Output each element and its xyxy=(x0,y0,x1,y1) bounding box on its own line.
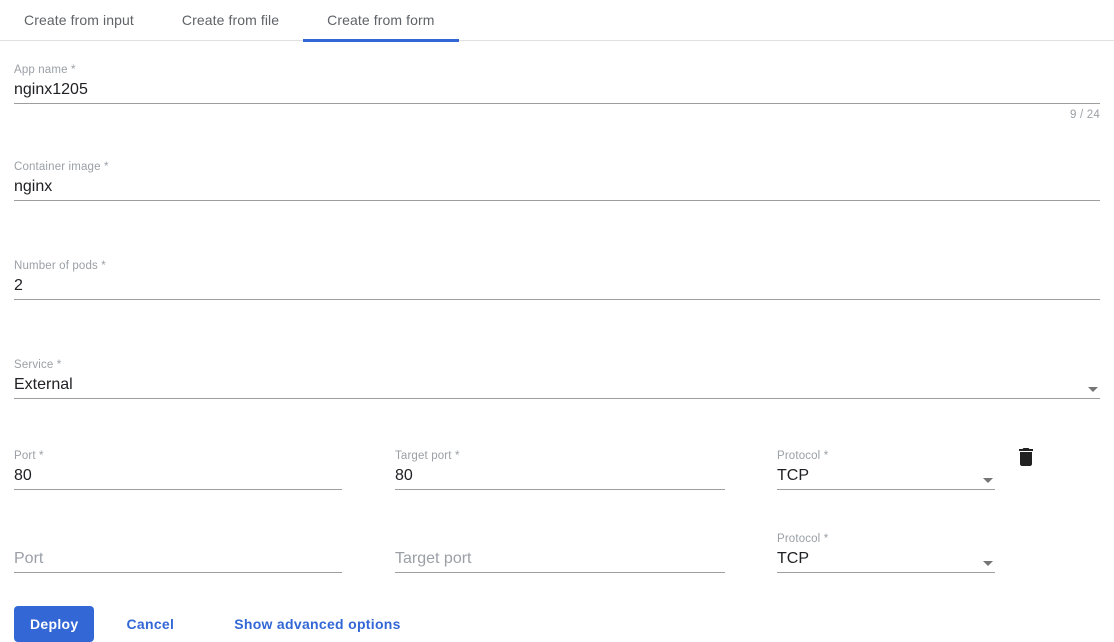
app-name-char-counter: 9 / 24 xyxy=(1070,109,1100,121)
container-image-field[interactable]: Container image * nginx xyxy=(14,138,1100,201)
port-input[interactable]: Port xyxy=(14,546,342,572)
form-actions: Deploy Cancel Show advanced options xyxy=(14,606,1100,642)
port-label: Port * xyxy=(14,450,44,462)
protocol-underline xyxy=(777,572,995,573)
protocol-label: Protocol * xyxy=(777,450,829,462)
app-name-label: App name * xyxy=(14,64,76,76)
deploy-form: App name * nginx1205 9 / 24 Container im… xyxy=(0,41,1114,642)
protocol-select[interactable]: Protocol * TCP xyxy=(777,427,995,490)
container-image-label: Container image * xyxy=(14,161,109,173)
protocol-label: Protocol * xyxy=(777,533,829,545)
protocol-selected-value[interactable]: TCP xyxy=(777,546,995,572)
show-advanced-options-button[interactable]: Show advanced options xyxy=(218,606,417,642)
number-of-pods-input[interactable]: 2 xyxy=(14,273,1100,299)
protocol-underline xyxy=(777,489,995,490)
service-selected-value[interactable]: External xyxy=(14,372,1100,398)
service-select[interactable]: Service * External xyxy=(14,336,1100,399)
target-port-underline xyxy=(395,489,725,490)
cancel-button[interactable]: Cancel xyxy=(110,606,190,642)
port-input[interactable]: 80 xyxy=(14,463,342,489)
port-underline xyxy=(14,489,342,490)
number-of-pods-underline xyxy=(14,299,1100,300)
protocol-selected-value[interactable]: TCP xyxy=(777,463,995,489)
tab-label: Create from file xyxy=(181,12,280,28)
app-name-input[interactable]: nginx1205 xyxy=(14,77,1100,103)
tab-create-from-form[interactable]: Create from form xyxy=(303,0,459,42)
port-field[interactable]: Port * 80 xyxy=(14,427,342,490)
tab-create-from-file[interactable]: Create from file xyxy=(158,0,303,41)
target-port-field[interactable]: Target port Target port xyxy=(395,510,725,573)
service-underline xyxy=(14,398,1100,399)
number-of-pods-field[interactable]: Number of pods * 2 xyxy=(14,237,1100,300)
target-port-field[interactable]: Target port * 80 xyxy=(395,427,725,490)
port-mapping-row: Port * 80 Target port * 80 Protocol * TC… xyxy=(14,427,1100,493)
port-field[interactable]: Port Port xyxy=(14,510,342,573)
container-image-input[interactable]: nginx xyxy=(14,174,1100,200)
target-port-underline xyxy=(395,572,725,573)
protocol-select[interactable]: Protocol * TCP xyxy=(777,510,995,573)
target-port-input[interactable]: 80 xyxy=(395,463,725,489)
service-label: Service * xyxy=(14,359,62,371)
tab-bar: Create from input Create from file Creat… xyxy=(0,0,1114,42)
container-image-underline xyxy=(14,200,1100,201)
delete-port-mapping-button[interactable] xyxy=(1014,445,1038,469)
tab-create-from-input[interactable]: Create from input xyxy=(0,0,158,41)
port-mapping-row: Port Port Target port Target port Protoc… xyxy=(14,510,1100,576)
tab-label: Create from input xyxy=(24,12,134,28)
app-name-field[interactable]: App name * nginx1205 9 / 24 xyxy=(14,41,1100,126)
port-underline xyxy=(14,572,342,573)
target-port-input[interactable]: Target port xyxy=(395,546,725,572)
tab-label: Create from form xyxy=(327,12,435,28)
trash-icon xyxy=(1019,448,1033,466)
target-port-label: Target port * xyxy=(395,450,460,462)
deploy-button[interactable]: Deploy xyxy=(14,606,95,642)
number-of-pods-label: Number of pods * xyxy=(14,260,106,272)
